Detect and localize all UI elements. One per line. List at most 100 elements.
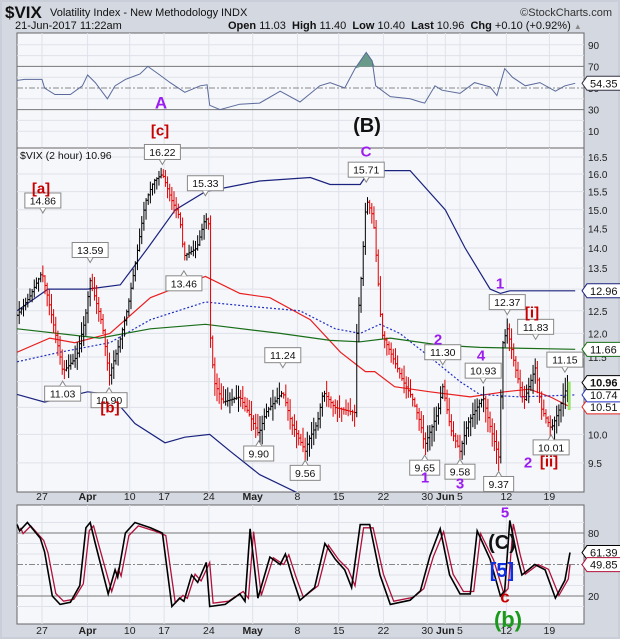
stoch-tick-label: 80	[588, 529, 600, 540]
low-value: 10.40	[377, 20, 405, 32]
date-tick-label: 15	[333, 625, 345, 637]
wave-label-1-top: 1	[495, 275, 505, 293]
date-tick-label: 19	[544, 625, 556, 637]
wave-label-4: 4	[476, 347, 486, 365]
value-tag-label: 10.74	[590, 390, 618, 402]
up-arrow-icon: ▲	[573, 22, 582, 31]
date-tick-label: May	[242, 625, 263, 637]
price-tick-label: 15.0	[588, 206, 608, 217]
pivot-label-text: 11.03	[50, 389, 76, 401]
rsi-tick-label: 30	[588, 106, 600, 117]
price-panel: 9.510.011.512.012.513.514.014.515.015.51…	[16, 143, 620, 493]
date-tick-label: 30	[421, 625, 433, 637]
date-tick-label: Apr	[79, 491, 97, 503]
wave-label-a-bracket: [a]	[31, 180, 51, 198]
date-tick-label: 10	[124, 491, 136, 503]
pivot-label-text: 9.56	[295, 468, 316, 480]
pivot-label-text: 15.33	[192, 178, 218, 190]
pivot-label-text: 9.90	[249, 448, 270, 460]
rsi-tick-label: 10	[588, 127, 600, 138]
date-tick-label: 8	[294, 491, 300, 503]
wave-label-3: 3	[455, 475, 465, 493]
value-tag-label: 10.51	[590, 402, 618, 414]
date-tick-label: 27	[36, 491, 48, 503]
date-tick-label: 22	[378, 625, 390, 637]
price-tick-label: 14.5	[588, 225, 608, 236]
value-tag-label: 49.85	[590, 560, 618, 572]
wave-label-b-bracket: [b]	[100, 399, 120, 417]
price-tick-label: 15.5	[588, 188, 608, 199]
pivot-label-text: 9.37	[488, 479, 509, 491]
wave-label-c-small: c	[500, 587, 510, 607]
stochastic-panel: 208061.3949.85	[16, 504, 620, 625]
date-tick-label: 22	[378, 491, 390, 503]
date-tick-label: 10	[124, 625, 136, 637]
pivot-label-text: 11.83	[523, 322, 549, 334]
instrument-name: Volatility Index - New Methodology	[50, 7, 219, 19]
wave-label-5: 5	[500, 504, 510, 522]
high-value: 11.40	[319, 20, 347, 32]
wave-label-5-bracket: [5]	[489, 560, 515, 582]
wave-label-A: A	[154, 93, 168, 113]
price-tick-label: 9.5	[588, 459, 602, 470]
date-tick-label: 5	[457, 491, 463, 503]
high-label: High	[292, 20, 317, 32]
rsi-tick-label: 70	[588, 62, 600, 73]
price-legend: $VIX (2 hour) 10.96	[20, 150, 112, 162]
wave-label-B: (B)	[353, 115, 381, 137]
open-value: 11.03	[259, 20, 286, 32]
pivot-label-text: 10.93	[470, 366, 496, 378]
price-tick-label: 10.0	[588, 430, 608, 441]
value-tag-label: 11.66	[590, 344, 617, 356]
price-tick-label: 16.5	[588, 153, 608, 164]
date-tick-label: 24	[203, 491, 215, 503]
price-tick-label: 12.5	[588, 307, 608, 318]
date-tick-label: Apr	[79, 625, 97, 637]
wave-label-c-bracket: [c]	[150, 122, 170, 140]
price-tick-label: 13.5	[588, 264, 608, 275]
wave-label-2-top: 2	[433, 331, 443, 349]
rsi-tick-label: 90	[588, 41, 600, 52]
date-tick-label: 17	[158, 491, 170, 503]
wave-label-2-low: 2	[523, 454, 533, 472]
wave-label-C: C	[360, 143, 372, 161]
date-tick-label: 15	[333, 491, 345, 503]
value-tag-label: 54.35	[590, 78, 618, 90]
pivot-label-text: 15.71	[353, 165, 379, 177]
date-tick-label: Jun	[436, 625, 455, 637]
wave-label-i-bracket: [i]	[524, 304, 540, 322]
quote-summary: Open 11.03 High 11.40 Low 10.40 Last 10.…	[228, 20, 582, 32]
date-tick-label: 17	[158, 625, 170, 637]
low-label: Low	[352, 20, 375, 32]
value-tag-label: 10.96	[590, 378, 618, 390]
pivot-label-text: 13.46	[171, 278, 197, 290]
date-tick-label: 12	[501, 491, 513, 503]
price-tick-label: 16.0	[588, 170, 608, 181]
change-value: +0.10 (+0.92%)	[494, 20, 571, 32]
pivot-label-text: 11.24	[270, 350, 296, 362]
price-tick-label: 12.0	[588, 329, 608, 340]
open-label: Open	[228, 20, 257, 32]
date-tick-label: 27	[36, 625, 48, 637]
exchange: INDX	[221, 7, 248, 19]
rsi-panel: 103050709054.35	[16, 32, 620, 149]
pivot-label-text: 13.59	[77, 245, 103, 257]
value-tag-label: 12.96	[590, 286, 618, 298]
date-tick-label: May	[242, 491, 263, 503]
date-tick-label: 8	[294, 625, 300, 637]
wave-label-C-paren: (C)	[488, 532, 516, 554]
date-tick-label: 30	[421, 491, 433, 503]
datetime: 21-Jun-2017 11:22am	[15, 20, 122, 32]
stockcharts-watermark: ©StockCharts.com	[520, 7, 612, 19]
stoch-tick-label: 20	[588, 592, 600, 603]
wave-label-1-low: 1	[420, 469, 430, 487]
pivot-label-text: 11.15	[552, 355, 578, 367]
change-label: Chg	[470, 20, 492, 32]
date-tick-label: Jun	[436, 491, 455, 503]
pivot-label-text: 12.37	[494, 297, 520, 309]
pivot-label-text: 16.22	[149, 147, 175, 159]
last-value: 10.96	[436, 20, 465, 32]
price-tick-label: 14.0	[588, 244, 608, 255]
date-tick-label: 19	[544, 491, 556, 503]
date-tick-label: 5	[457, 625, 463, 637]
